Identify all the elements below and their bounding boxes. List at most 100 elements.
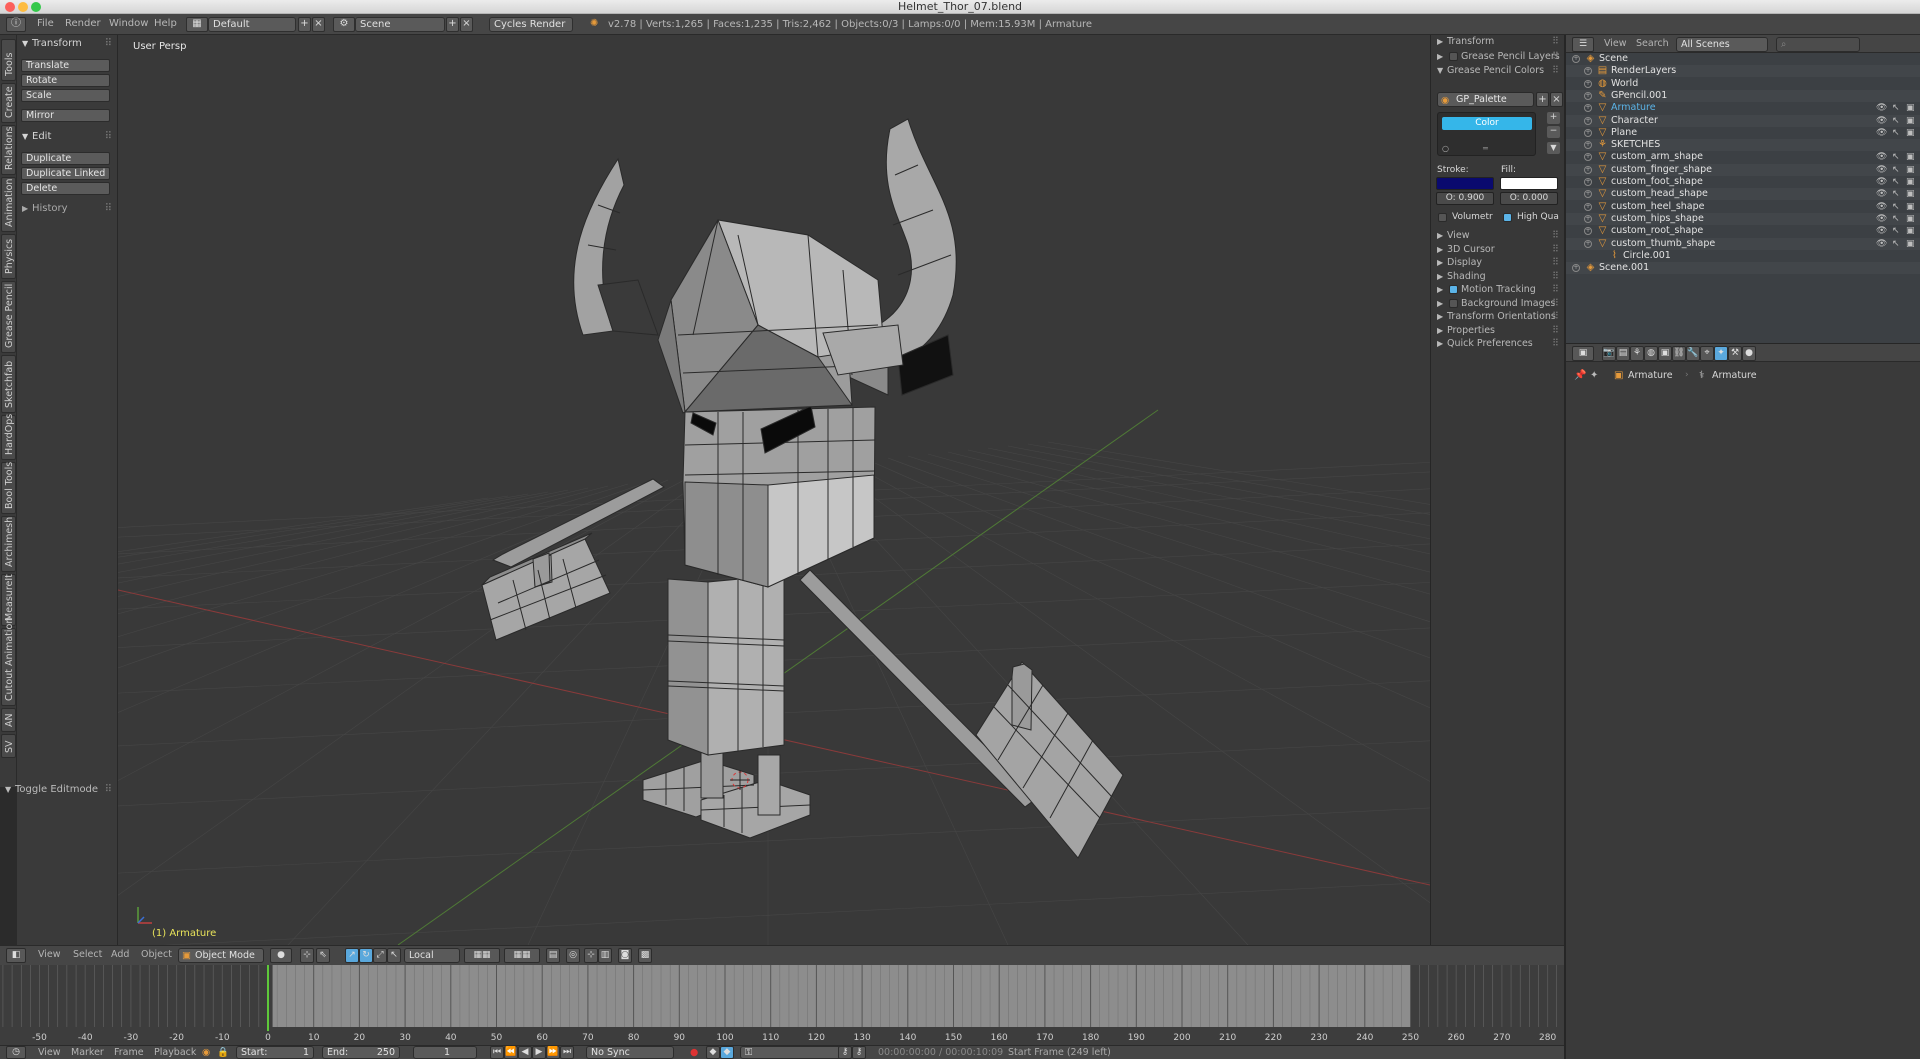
outliner-row[interactable]: + ▽ custom_root_shape 👁 ↖ ▣: [1566, 225, 1920, 237]
stroke-color-swatch[interactable]: [1436, 177, 1494, 190]
expand-toggle-icon[interactable]: +: [1584, 190, 1592, 199]
expand-toggle-icon[interactable]: +: [1584, 91, 1592, 100]
selectability-cursor-icon[interactable]: ↖: [1892, 225, 1900, 237]
outliner-item-label[interactable]: SKETCHES: [1611, 139, 1660, 151]
viewport-editor-icon[interactable]: ◧: [6, 948, 26, 963]
scene-layers-grid-2[interactable]: ▦▦: [504, 948, 540, 963]
outliner-row[interactable]: + ◈ Scene: [1566, 53, 1920, 65]
expand-toggle-icon[interactable]: +: [1584, 116, 1592, 125]
scene-layers-grid-1[interactable]: ▦▦: [464, 948, 500, 963]
remove-scene-button[interactable]: ×: [460, 17, 473, 32]
tool-tab-animation[interactable]: Animation: [1, 177, 16, 232]
visibility-eye-icon[interactable]: 👁: [1876, 188, 1887, 200]
render-layers-tab-icon[interactable]: ▤: [1616, 346, 1630, 361]
selectability-cursor-icon[interactable]: ↖: [1892, 176, 1900, 188]
renderability-camera-icon[interactable]: ▣: [1906, 115, 1915, 127]
viewport-menu-add[interactable]: Add: [111, 949, 129, 960]
manipulator-extra-icon[interactable]: ↖: [387, 948, 401, 963]
outliner-item-label[interactable]: custom_head_shape: [1611, 188, 1708, 200]
editor-type-icon[interactable]: ⓘ: [6, 17, 26, 32]
jump-end-icon[interactable]: ⏭: [560, 1046, 574, 1059]
np-section-transform-orientations[interactable]: ▶ Transform Orientations ⠿: [1435, 310, 1561, 324]
outliner-menu-search[interactable]: Search: [1636, 38, 1669, 49]
selectability-cursor-icon[interactable]: ↖: [1892, 201, 1900, 213]
gp-layers-checkbox[interactable]: [1449, 52, 1458, 61]
expand-toggle-icon[interactable]: +: [1584, 214, 1592, 223]
renderability-camera-icon[interactable]: ▣: [1906, 213, 1915, 225]
stroke-opacity-field[interactable]: O: 0.900: [1436, 192, 1494, 205]
keying-set-select[interactable]: ⚿: [740, 1046, 850, 1059]
outliner-row[interactable]: + ⚘ SKETCHES: [1566, 139, 1920, 152]
high-quality-checkbox[interactable]: [1503, 213, 1512, 222]
keying-set-icon[interactable]: ◉: [202, 1047, 210, 1058]
visibility-eye-icon[interactable]: 👁: [1876, 213, 1887, 225]
display-mode-select[interactable]: All Scenes: [1676, 37, 1768, 52]
visibility-eye-icon[interactable]: 👁: [1876, 225, 1887, 237]
section-checkbox[interactable]: [1449, 285, 1458, 294]
visibility-eye-icon[interactable]: 👁: [1876, 201, 1887, 213]
visibility-eye-icon[interactable]: 👁: [1876, 238, 1887, 250]
jump-start-icon[interactable]: ⏮: [490, 1046, 504, 1059]
renderability-camera-icon[interactable]: ▣: [1906, 238, 1915, 250]
history-panel-header[interactable]: ▶ History ⠿: [20, 202, 115, 216]
jump-next-keyframe-icon[interactable]: ⏩: [546, 1046, 560, 1059]
visibility-eye-icon[interactable]: 👁: [1876, 102, 1887, 114]
palette-selector[interactable]: ◉ GP_Palette: [1437, 92, 1534, 107]
delete-keyframe-icon[interactable]: ⚷: [852, 1046, 866, 1059]
drag-grip-icon[interactable]: ⠿: [1552, 270, 1559, 284]
menu-help[interactable]: Help: [154, 18, 177, 29]
visibility-eye-icon[interactable]: 👁: [1876, 115, 1887, 127]
fill-color-swatch[interactable]: [1500, 177, 1558, 190]
visibility-eye-icon[interactable]: 👁: [1876, 127, 1887, 139]
delete-button[interactable]: Delete: [21, 182, 110, 195]
drag-grip-icon[interactable]: ⠿: [1552, 35, 1559, 49]
outliner-item-label[interactable]: RenderLayers: [1611, 65, 1676, 77]
remove-palette-button[interactable]: ×: [1550, 92, 1563, 107]
render-preview-icon[interactable]: ◙: [618, 948, 632, 963]
selectability-cursor-icon[interactable]: ↖: [1892, 238, 1900, 250]
timeline[interactable]: -50 -40 -30 -20 -10 0 10 20 30 40 50 60 70 80 90 100 110…: [0, 965, 1594, 1045]
section-checkbox[interactable]: [1449, 299, 1458, 308]
drag-grip-icon[interactable]: ⠿: [1552, 229, 1559, 243]
outliner-row[interactable]: ⌇ Circle.001: [1566, 250, 1920, 262]
tool-tab-cutout-animation[interactable]: Cutout Animation: [1, 618, 16, 706]
breadcrumb-data[interactable]: Armature: [1712, 370, 1757, 381]
play-reverse-icon[interactable]: ◀: [518, 1046, 532, 1059]
drag-grip-icon[interactable]: ⠿: [1552, 310, 1559, 324]
renderability-camera-icon[interactable]: ▣: [1906, 176, 1915, 188]
tool-tab-tools[interactable]: Tools: [1, 39, 16, 81]
tool-tab-hardops[interactable]: HardOps: [1, 414, 16, 460]
list-filter-icon[interactable]: ○: [1442, 144, 1449, 153]
translate-button[interactable]: Translate: [21, 59, 110, 72]
proportional-edit-icon[interactable]: ◎: [566, 948, 580, 963]
selectability-cursor-icon[interactable]: ↖: [1892, 151, 1900, 163]
outliner-item-label[interactable]: GPencil.001: [1611, 90, 1667, 102]
np-section-display[interactable]: ▶ Display ⠿: [1435, 256, 1561, 270]
end-frame-field[interactable]: End: 250: [322, 1046, 400, 1059]
gp-colors-header[interactable]: ▼ Grease Pencil Colors ⠿: [1435, 64, 1561, 78]
minimize-window-button[interactable]: [18, 2, 28, 12]
outliner-row[interactable]: + ▽ custom_foot_shape 👁 ↖ ▣: [1566, 176, 1920, 188]
outliner-row[interactable]: + ▽ Plane 👁 ↖ ▣: [1566, 127, 1920, 139]
outliner-item-label[interactable]: custom_thumb_shape: [1611, 238, 1715, 250]
add-scene-button[interactable]: +: [446, 17, 459, 32]
outliner-menu-view[interactable]: View: [1604, 38, 1627, 49]
scene-selector[interactable]: Scene: [355, 17, 445, 32]
timeline-editor-icon[interactable]: ◷: [6, 1046, 26, 1059]
outliner-item-label[interactable]: Scene.001: [1599, 262, 1649, 274]
add-palette-button[interactable]: +: [1536, 92, 1549, 107]
expand-toggle-icon[interactable]: +: [1572, 55, 1580, 63]
outliner-row[interactable]: + ▽ Character 👁 ↖ ▣: [1566, 114, 1920, 127]
drag-grip-icon[interactable]: ⠿: [1552, 243, 1559, 257]
tool-tab-sketchfab[interactable]: Sketchfab: [1, 355, 16, 413]
scale-manipulator-icon[interactable]: ⤢: [373, 948, 387, 963]
record-icon[interactable]: ●: [690, 1047, 698, 1058]
timeline-canvas[interactable]: -50 -40 -30 -20 -10 0 10 20 30 40 50 60 70 80 90 100 110…: [0, 965, 1594, 1045]
tool-tab-bool-tools[interactable]: Bool Tools: [1, 462, 16, 514]
scene-tab-icon[interactable]: ⚘: [1630, 346, 1644, 361]
duplicate-button[interactable]: Duplicate: [21, 152, 110, 165]
tool-tab-physics[interactable]: Physics: [1, 234, 16, 279]
snap-toggle-icon[interactable]: ⊹: [584, 948, 598, 963]
outliner-item-label[interactable]: Armature: [1611, 102, 1656, 114]
drag-grip-icon[interactable]: ⠿: [1552, 64, 1559, 78]
